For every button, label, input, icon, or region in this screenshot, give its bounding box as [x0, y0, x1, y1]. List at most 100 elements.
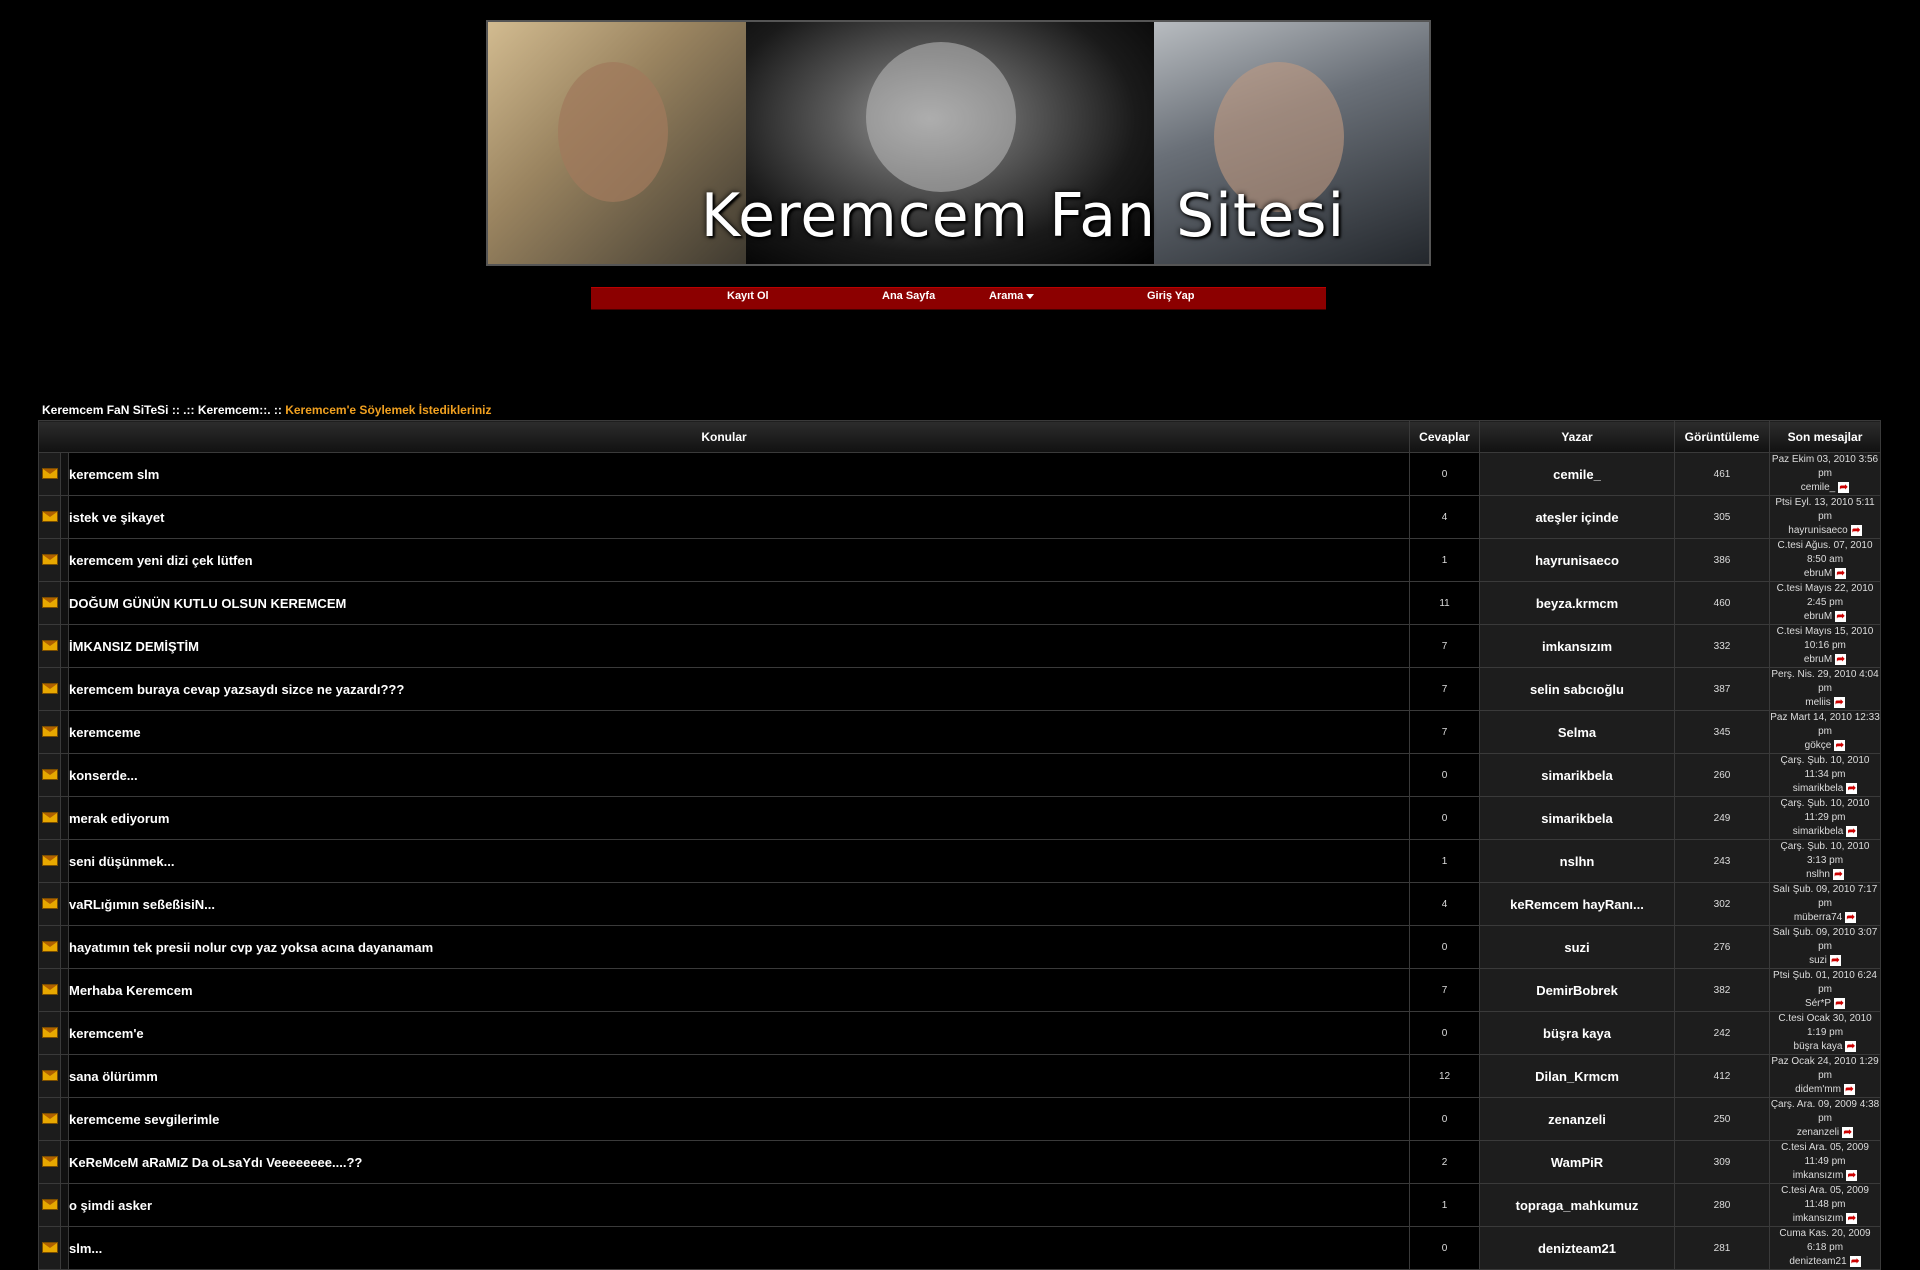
site-banner[interactable]: Keremcem Fan Sitesi [486, 20, 1431, 266]
last-post-user[interactable]: ebruM [1804, 568, 1832, 579]
topic-title-link[interactable]: keremcem slm [69, 467, 159, 482]
table-row: seni düşünmek... 1 nslhn 243 Çarş. Şub. 10, … [38, 839, 1882, 883]
last-post-user[interactable]: zenanzeli [1797, 1127, 1839, 1138]
topic-author[interactable]: suzi [1479, 925, 1676, 969]
topic-title-link[interactable]: hayatımın tek presii nolur cvp yaz yoksa… [69, 940, 433, 955]
last-post-user[interactable]: büşra kaya [1794, 1041, 1843, 1052]
last-post-user[interactable]: Sér*P [1805, 998, 1831, 1009]
topic-author[interactable]: WamPiR [1479, 1140, 1676, 1184]
nav-home-link[interactable]: Ana Sayfa [882, 290, 935, 302]
goto-last-post-icon[interactable]: ➦ [1832, 868, 1844, 880]
topic-title-link[interactable]: KeReMceM aRaMıZ Da oLsaYdı Veeeeeeee....… [69, 1155, 362, 1170]
topic-title-link[interactable]: Merhaba Keremcem [69, 983, 193, 998]
last-post-user[interactable]: nslhn [1806, 869, 1830, 880]
goto-last-post-icon[interactable]: ➦ [1835, 610, 1847, 622]
last-post-user[interactable]: simarikbela [1793, 783, 1844, 794]
topic-last-post: Paz Ocak 24, 2010 1:29 pm didem'mm ➦ [1769, 1054, 1882, 1098]
breadcrumb-current-link[interactable]: Keremcem'e Söylemek İstedikleriniz [285, 403, 491, 417]
topic-title-link[interactable]: o şimdi asker [69, 1198, 152, 1213]
last-post-line: suzi ➦ [1770, 954, 1880, 968]
goto-last-post-icon[interactable]: ➦ [1850, 524, 1862, 536]
topic-title-link[interactable]: keremcem buraya cevap yazsaydı sizce ne … [69, 682, 404, 697]
topic-title-link[interactable]: keremcem'e [69, 1026, 144, 1041]
topic-title-link[interactable]: keremcem yeni dizi çek lütfen [69, 553, 253, 568]
topic-author[interactable]: beyza.krmcm [1479, 581, 1676, 625]
goto-last-post-icon[interactable]: ➦ [1829, 954, 1841, 966]
topic-author[interactable]: ateşler içinde [1479, 495, 1676, 539]
last-post-user[interactable]: gökçe [1805, 740, 1832, 751]
goto-last-post-icon[interactable]: ➦ [1835, 567, 1847, 579]
goto-last-post-icon[interactable]: ➦ [1834, 739, 1846, 751]
envelope-icon [41, 554, 58, 566]
topic-author[interactable]: büşra kaya [1479, 1011, 1676, 1055]
goto-last-post-icon[interactable]: ➦ [1842, 1126, 1854, 1138]
nav-search-menu[interactable]: Arama [989, 290, 1035, 302]
goto-last-post-icon[interactable]: ➦ [1845, 911, 1857, 923]
goto-last-post-icon[interactable]: ➦ [1845, 1040, 1857, 1052]
table-row: keremcem buraya cevap yazsaydı sizce ne … [38, 667, 1882, 711]
goto-last-post-icon[interactable]: ➦ [1838, 481, 1850, 493]
last-post-user[interactable]: imkansızım [1793, 1213, 1844, 1224]
nav-register-link[interactable]: Kayıt Ol [727, 290, 769, 302]
nav-login-link[interactable]: Giriş Yap [1147, 290, 1195, 302]
topic-author[interactable]: selin sabcıoğlu [1479, 667, 1676, 711]
goto-last-post-icon[interactable]: ➦ [1843, 1083, 1855, 1095]
topic-replies: 4 [1409, 495, 1481, 539]
topic-author[interactable]: simarikbela [1479, 753, 1676, 797]
topic-author[interactable]: imkansızım [1479, 624, 1676, 668]
last-post-user[interactable]: didem'mm [1795, 1084, 1841, 1095]
topic-author[interactable]: Selma [1479, 710, 1676, 754]
goto-last-post-icon[interactable]: ➦ [1849, 1255, 1861, 1267]
topic-title-link[interactable]: vaRLığımın seßeßisiN... [69, 897, 215, 912]
topic-icon-cell [38, 1054, 61, 1098]
topic-title-link[interactable]: DOĞUM GÜNÜN KUTLU OLSUN KEREMCEM [69, 596, 346, 611]
goto-last-post-icon[interactable]: ➦ [1846, 782, 1858, 794]
last-post-user[interactable]: meliis [1805, 697, 1831, 708]
last-post-user[interactable]: simarikbela [1793, 826, 1844, 837]
topic-title-link[interactable]: keremceme [69, 725, 141, 740]
topic-author[interactable]: nslhn [1479, 839, 1676, 883]
last-post-user[interactable]: hayrunisaeco [1788, 525, 1847, 536]
breadcrumb-site-link[interactable]: Keremcem FaN SiTeSi [42, 403, 169, 417]
last-post-date: Paz Ekim 03, 2010 3:56 pm [1771, 454, 1879, 479]
last-post-user[interactable]: ebruM [1804, 654, 1832, 665]
topic-spacer [60, 796, 69, 840]
last-post-user[interactable]: imkansızım [1793, 1170, 1844, 1181]
topic-author[interactable]: keRemcem hayRanı... [1479, 882, 1676, 926]
envelope-icon [41, 511, 58, 523]
header-topics: Konular [37, 420, 1411, 453]
goto-last-post-icon[interactable]: ➦ [1833, 696, 1845, 708]
topic-author[interactable]: denizteam21 [1479, 1226, 1676, 1270]
topic-author[interactable]: cemile_ [1479, 452, 1676, 496]
goto-last-post-icon[interactable]: ➦ [1846, 1212, 1858, 1224]
last-post-date: C.tesi Ağus. 07, 2010 8:50 am [1777, 540, 1873, 565]
topic-author[interactable]: hayrunisaeco [1479, 538, 1676, 582]
topic-author[interactable]: DemirBobrek [1479, 968, 1676, 1012]
breadcrumb-forum-link[interactable]: .:: Keremcem::. [183, 403, 270, 417]
topic-author[interactable]: simarikbela [1479, 796, 1676, 840]
last-post-line: büşra kaya ➦ [1770, 1040, 1880, 1054]
topic-title-link[interactable]: İMKANSIZ DEMİŞTİM [69, 639, 199, 654]
topic-author[interactable]: topraga_mahkumuz [1479, 1183, 1676, 1227]
topic-title-link[interactable]: seni düşünmek... [69, 854, 174, 869]
goto-last-post-icon[interactable]: ➦ [1834, 997, 1846, 1009]
goto-last-post-icon[interactable]: ➦ [1835, 653, 1847, 665]
topic-title-link[interactable]: slm... [69, 1241, 102, 1256]
topic-replies: 0 [1409, 1226, 1481, 1270]
topic-author[interactable]: zenanzeli [1479, 1097, 1676, 1141]
topic-title-link[interactable]: keremceme sevgilerimle [69, 1112, 219, 1127]
goto-last-post-icon[interactable]: ➦ [1846, 825, 1858, 837]
topic-title-link[interactable]: konserde... [69, 768, 138, 783]
topic-title-link[interactable]: merak ediyorum [69, 811, 169, 826]
header-replies: Cevaplar [1409, 420, 1481, 453]
topic-title-link[interactable]: sana ölürümm [69, 1069, 158, 1084]
topic-author[interactable]: Dilan_Krmcm [1479, 1054, 1676, 1098]
last-post-user[interactable]: ebruM [1804, 611, 1832, 622]
last-post-user[interactable]: denizteam21 [1789, 1256, 1846, 1267]
last-post-user[interactable]: suzi [1809, 955, 1827, 966]
topic-title-link[interactable]: istek ve şikayet [69, 510, 164, 525]
topic-replies: 11 [1409, 581, 1481, 625]
last-post-user[interactable]: cemile_ [1801, 482, 1835, 493]
last-post-user[interactable]: müberra74 [1794, 912, 1842, 923]
goto-last-post-icon[interactable]: ➦ [1846, 1169, 1858, 1181]
